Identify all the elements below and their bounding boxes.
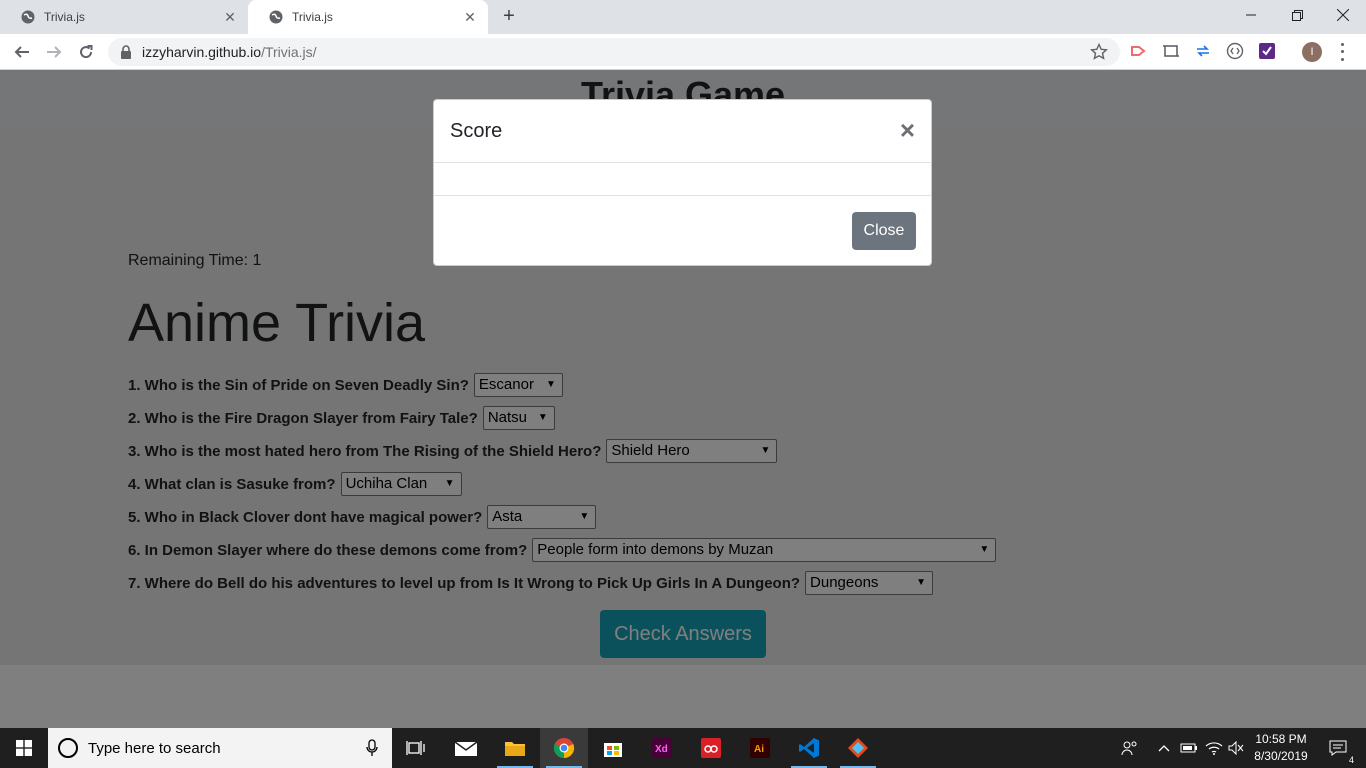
battery-icon[interactable] — [1178, 728, 1200, 768]
adobe-illustrator-icon[interactable]: Ai — [736, 728, 784, 768]
minimize-icon[interactable] — [1228, 0, 1274, 30]
browser-tab-strip: Trivia.js ✕ Trivia.js ✕ + — [0, 0, 1366, 34]
new-tab-button[interactable]: + — [498, 6, 520, 28]
windows-start-icon[interactable] — [0, 728, 48, 768]
close-icon[interactable]: × — [900, 116, 915, 144]
code-extension-icon[interactable] — [1226, 42, 1244, 60]
profile-avatar[interactable]: I — [1302, 42, 1322, 62]
cortana-circle-icon — [58, 738, 78, 758]
forward-arrow-icon[interactable] — [42, 40, 66, 64]
lock-icon — [120, 45, 132, 64]
extension-arrow-icon[interactable] — [1129, 42, 1147, 60]
browser-toolbar: izzyharvin.github.io/Trivia.js/ I — [0, 34, 1366, 70]
url-text: izzyharvin.github.io/Trivia.js/ — [142, 44, 317, 60]
chevron-up-icon[interactable] — [1156, 728, 1172, 768]
tab-title: Trivia.js — [44, 10, 85, 24]
tab-title: Trivia.js — [292, 10, 333, 24]
modal-close-button[interactable]: Close — [852, 212, 916, 250]
globe-icon — [268, 9, 284, 25]
mail-icon[interactable] — [442, 728, 490, 768]
modal-header: Score × — [434, 100, 931, 163]
svg-text:Ai: Ai — [754, 744, 764, 755]
chrome-icon[interactable] — [540, 728, 588, 768]
tab-trivia-active[interactable]: Trivia.js ✕ — [248, 0, 488, 34]
file-explorer-icon[interactable] — [491, 728, 539, 768]
address-bar[interactable]: izzyharvin.github.io/Trivia.js/ — [108, 38, 1120, 66]
taskbar-search-placeholder: Type here to search — [88, 740, 221, 757]
page-viewport: Trivia Game Remaining Time: 1 Anime Triv… — [0, 70, 1366, 728]
clock-date: 8/30/2019 — [1254, 749, 1308, 763]
tab-close-icon[interactable]: ✕ — [462, 9, 478, 25]
task-view-icon[interactable] — [392, 728, 440, 768]
svg-text:Xd: Xd — [655, 744, 668, 755]
action-center-icon[interactable]: 4 — [1318, 728, 1358, 768]
screenshot-extension-icon[interactable] — [1162, 42, 1180, 60]
reload-icon[interactable] — [74, 40, 98, 64]
volume-muted-icon[interactable] — [1226, 728, 1246, 768]
tab-trivia-inactive[interactable]: Trivia.js ✕ — [0, 0, 248, 34]
url-host: izzyharvin.github.io — [142, 44, 262, 60]
creative-cloud-icon[interactable] — [687, 728, 735, 768]
back-arrow-icon[interactable] — [10, 40, 34, 64]
windows-taskbar: Type here to search Xd Ai 10:58 PM 8/30/… — [0, 728, 1366, 768]
gitkraken-icon[interactable] — [834, 728, 882, 768]
close-window-icon[interactable] — [1320, 0, 1366, 30]
system-clock[interactable]: 10:58 PM 8/30/2019 — [1248, 731, 1314, 765]
store-icon[interactable] — [589, 728, 637, 768]
tab-close-icon[interactable]: ✕ — [222, 9, 238, 25]
restore-icon[interactable] — [1274, 0, 1320, 30]
microphone-icon[interactable] — [366, 739, 378, 762]
adobe-xd-icon[interactable]: Xd — [638, 728, 686, 768]
globe-icon — [20, 9, 36, 25]
wifi-icon[interactable] — [1203, 728, 1225, 768]
clock-time: 10:58 PM — [1255, 732, 1307, 746]
url-path: /Trivia.js/ — [261, 44, 317, 60]
taskbar-search-box[interactable]: Type here to search — [48, 728, 392, 768]
modal-title: Score — [450, 120, 503, 142]
bookmark-star-icon[interactable] — [1089, 42, 1109, 66]
notification-count: 4 — [1348, 755, 1354, 765]
people-icon[interactable] — [1118, 728, 1142, 768]
vscode-icon[interactable] — [785, 728, 833, 768]
score-modal: Score × Close — [433, 99, 932, 266]
swap-extension-icon[interactable] — [1194, 42, 1212, 60]
modal-body — [434, 163, 931, 196]
checkmark-extension-icon[interactable] — [1258, 42, 1276, 60]
menu-dots-icon[interactable] — [1336, 41, 1348, 63]
